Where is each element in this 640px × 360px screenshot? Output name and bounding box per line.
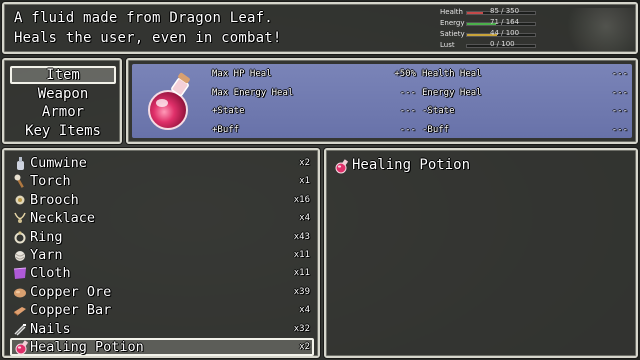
cloth-icon	[13, 267, 27, 280]
item-row-cumwine[interactable]: Cumwine x2	[10, 154, 314, 172]
stat-value: 44 / 100	[490, 29, 520, 37]
item-name: Ring	[30, 228, 63, 245]
bar-icon	[14, 307, 26, 317]
item-quantity: x4	[299, 305, 310, 316]
item-name: Brooch	[30, 191, 79, 208]
item-name: Copper Bar	[30, 302, 112, 319]
potion-icon	[335, 159, 349, 174]
stat-value: 71 / 164	[490, 18, 520, 26]
category-window: Item Weapon Armor Key Items	[2, 58, 122, 144]
item-list-window: Cumwine x2 Torch x1 Brooch x16 Necklace x4 Ring x…	[2, 148, 320, 358]
stat-row: Lust 0 / 100	[440, 40, 540, 51]
stat-label: Health	[440, 8, 463, 16]
status-hud: Health 85 / 350 Energy 71 / 164 Satiety 44 / …	[440, 7, 638, 54]
stat-value: 85 / 350	[490, 7, 520, 15]
info-value: ---	[611, 87, 628, 98]
info-key: Energy Heal	[422, 87, 482, 98]
item-quantity: x39	[293, 286, 310, 297]
info-key: Max HP Heal	[212, 69, 272, 79]
category-weapon[interactable]: Weapon	[10, 85, 116, 103]
yarn-icon	[15, 251, 25, 261]
help-window: A fluid made from Dragon Leaf. Heals the…	[2, 2, 638, 54]
necklace-icon	[14, 212, 26, 224]
item-row-ring[interactable]: Ring x43	[10, 228, 314, 246]
stat-row: Satiety 44 / 100	[440, 29, 540, 40]
item-row-yarn[interactable]: Yarn x11	[10, 246, 314, 264]
item-name: Cumwine	[30, 155, 87, 171]
potion-icon	[148, 72, 190, 130]
potion-icon	[15, 340, 29, 355]
item-row-necklace[interactable]: Necklace x4	[10, 209, 314, 227]
nails-icon	[14, 323, 26, 336]
info-value: ---	[611, 124, 628, 135]
item-quantity: x43	[293, 231, 310, 242]
item-name: Nails	[30, 320, 71, 337]
item-row-nails[interactable]: Nails x32	[10, 320, 314, 338]
help-text-line-1: A fluid made from Dragon Leaf.	[14, 10, 273, 26]
info-key: +State	[212, 106, 245, 116]
info-row: Energy Heal ---	[422, 85, 628, 101]
info-row: Max HP Heal +50%	[212, 66, 416, 82]
item-info-panel: Max HP Heal +50% Max Energy Heal --- +State -…	[132, 64, 632, 138]
item-name: Torch	[30, 173, 71, 190]
category-key-items[interactable]: Key Items	[10, 122, 116, 140]
item-quantity: x16	[293, 194, 310, 205]
item-row-brooch[interactable]: Brooch x16	[10, 191, 314, 209]
info-row: -State ---	[422, 103, 628, 119]
info-key: -Buff	[422, 124, 450, 135]
brooch-icon	[15, 195, 25, 205]
info-value: ---	[399, 124, 416, 135]
item-quantity: x11	[293, 268, 310, 279]
detail-item-name: Healing Potion	[352, 157, 471, 173]
info-value: ---	[611, 69, 628, 79]
torch-icon	[14, 174, 24, 189]
info-row: Max Energy Heal ---	[212, 85, 416, 101]
item-name: Healing Potion	[30, 339, 144, 355]
item-quantity: x11	[293, 250, 310, 260]
info-value: ---	[399, 87, 416, 98]
item-detail-window: Healing Potion	[324, 148, 638, 358]
category-item[interactable]: Item	[10, 66, 116, 84]
item-name: Cloth	[30, 265, 71, 282]
stat-label: Lust	[440, 41, 455, 49]
hud-ornament	[558, 8, 638, 54]
info-key: Max Energy Heal	[212, 87, 294, 98]
item-info-window: Max HP Heal +50% Max Energy Heal --- +State -…	[126, 58, 638, 144]
item-row-copper-ore[interactable]: Copper Ore x39	[10, 283, 314, 301]
item-name: Necklace	[30, 210, 96, 227]
item-name: Copper Ore	[30, 283, 112, 300]
item-row-copper-bar[interactable]: Copper Bar x4	[10, 301, 314, 319]
info-key: -State	[422, 106, 455, 116]
item-quantity: x2	[299, 158, 310, 168]
item-quantity: x32	[293, 323, 310, 334]
stat-value: 0 / 100	[490, 40, 515, 48]
info-row: -Buff ---	[422, 122, 628, 138]
item-row-cloth[interactable]: Cloth x11	[10, 264, 314, 282]
item-row-healing-potion[interactable]: Healing Potion x2	[10, 338, 314, 356]
stat-bar-fill	[467, 12, 484, 14]
item-quantity: x4	[299, 213, 310, 224]
info-row: +Buff ---	[212, 122, 416, 138]
help-text-line-2: Heals the user, even in combat!	[14, 30, 282, 46]
info-key: Health Heal	[422, 69, 482, 79]
info-value: +50%	[394, 69, 416, 79]
stat-label: Energy	[440, 19, 465, 27]
category-armor[interactable]: Armor	[10, 103, 116, 121]
item-row-torch[interactable]: Torch x1	[10, 172, 314, 190]
ring-icon	[14, 230, 26, 244]
item-name: Yarn	[30, 247, 63, 263]
info-value: ---	[399, 106, 416, 116]
info-row: Health Heal ---	[422, 66, 628, 82]
info-key: +Buff	[212, 124, 240, 135]
info-value: ---	[611, 106, 628, 116]
bottle-icon	[17, 157, 24, 170]
ore-icon	[14, 288, 26, 298]
item-quantity: x2	[299, 342, 310, 352]
stat-row: Energy 71 / 164	[440, 18, 540, 29]
item-quantity: x1	[299, 176, 310, 187]
info-row: +State ---	[212, 103, 416, 119]
stat-label: Satiety	[440, 30, 465, 38]
stat-row: Health 85 / 350	[440, 7, 540, 18]
